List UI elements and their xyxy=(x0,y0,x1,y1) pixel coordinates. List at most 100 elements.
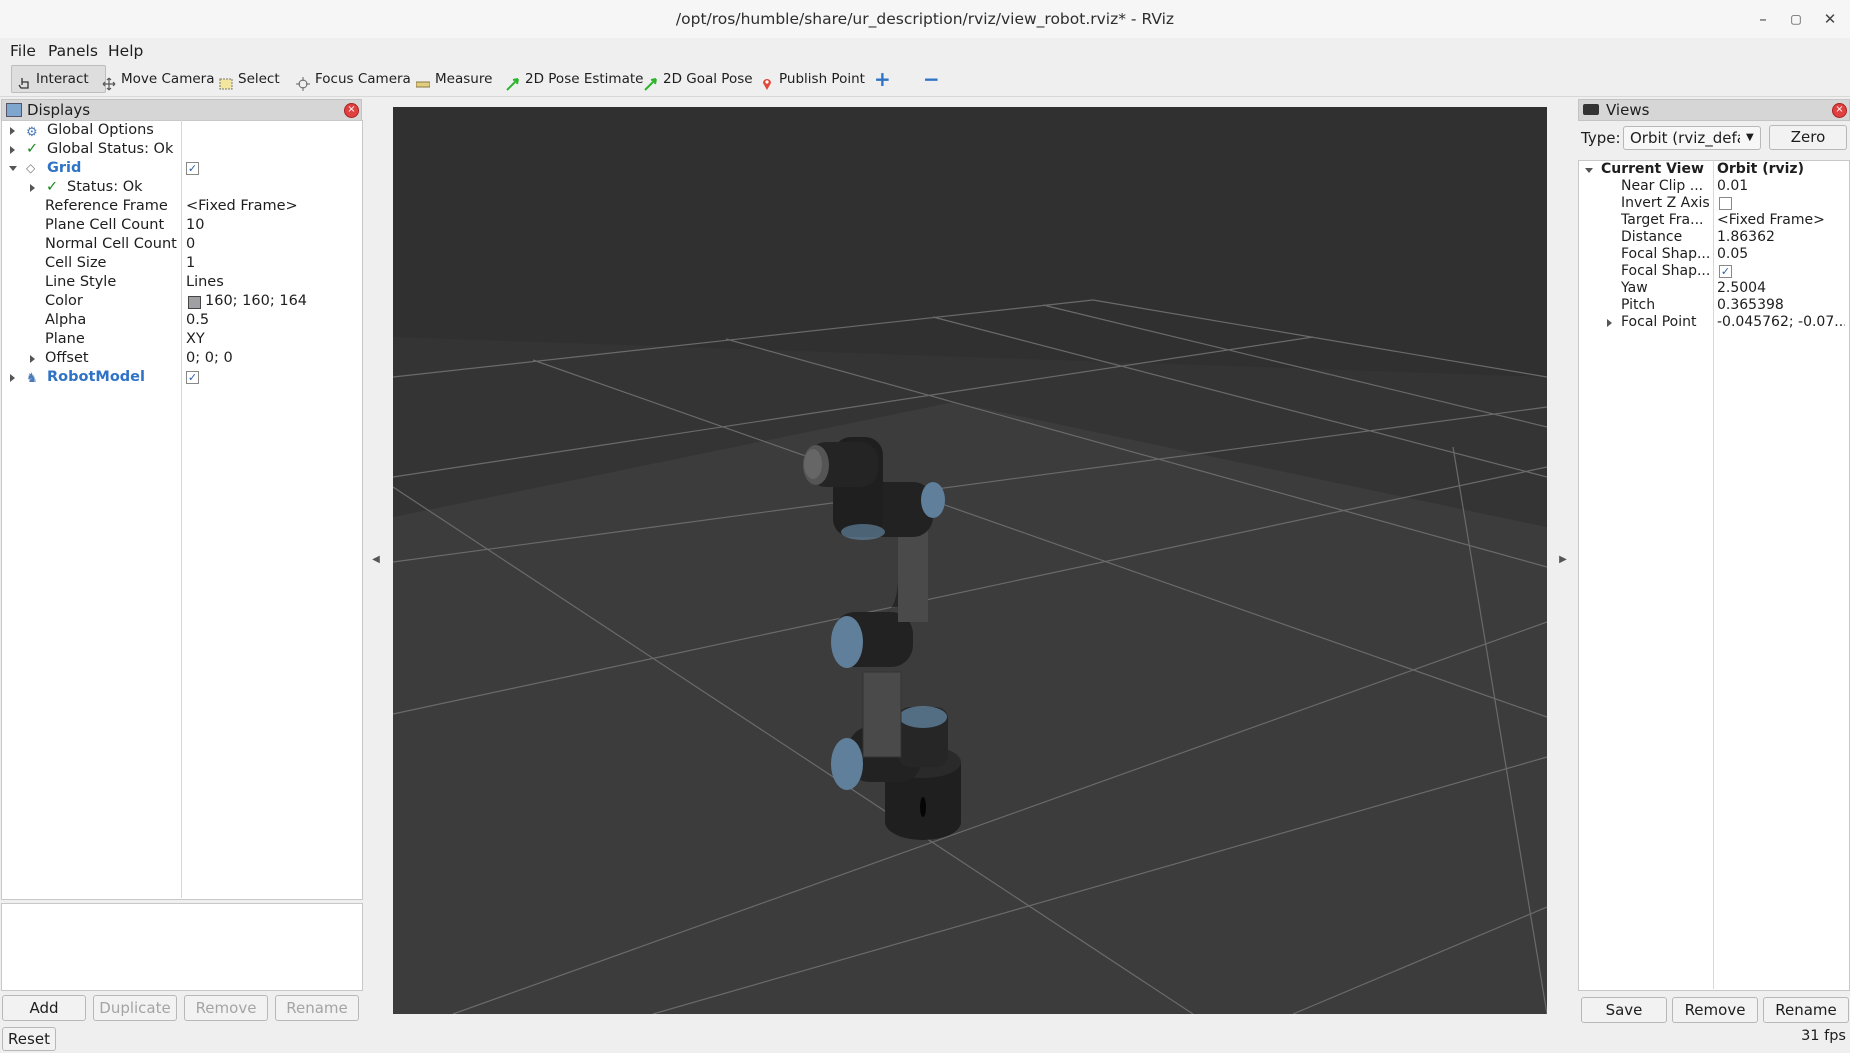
close-panel-icon[interactable]: × xyxy=(344,103,359,118)
displays-title: Displays xyxy=(27,101,91,119)
view-row-invert-z[interactable]: Invert Z Axis xyxy=(1579,195,1849,212)
add-tool-button[interactable]: + xyxy=(874,64,891,94)
view-value[interactable]: 1.86362 xyxy=(1717,229,1845,246)
remove-tool-button[interactable]: − xyxy=(923,64,940,94)
tool-measure[interactable]: Measure xyxy=(415,64,492,94)
render-viewport[interactable] xyxy=(393,107,1547,1014)
view-value[interactable]: <Fixed Frame> xyxy=(1717,212,1845,229)
select-box-icon xyxy=(219,72,233,90)
tree-label: Plane xyxy=(45,331,85,347)
duplicate-display-button[interactable]: Duplicate xyxy=(93,995,177,1021)
view-value[interactable]: 0.05 xyxy=(1717,246,1845,263)
tree-row-offset[interactable]: Offset 0; 0; 0 xyxy=(2,349,362,368)
tree-value[interactable]: 0; 0; 0 xyxy=(186,349,233,368)
view-row-pitch[interactable]: Pitch 0.365398 xyxy=(1579,297,1849,314)
reset-button[interactable]: Reset xyxy=(2,1027,56,1051)
tool-2d-goal-pose-label: 2D Goal Pose xyxy=(663,71,753,87)
tree-row-global-options[interactable]: ⚙ Global Options xyxy=(2,121,362,140)
minimize-button[interactable]: – xyxy=(1752,8,1774,30)
tree-row-normal-cell-count[interactable]: Normal Cell Count 0 xyxy=(2,235,362,254)
remove-display-button[interactable]: Remove xyxy=(184,995,268,1021)
tree-row-alpha[interactable]: Alpha 0.5 xyxy=(2,311,362,330)
tool-interact[interactable]: Interact xyxy=(11,65,106,93)
tool-select[interactable]: Select xyxy=(219,64,280,94)
tree-row-plane[interactable]: Plane XY xyxy=(2,330,362,349)
tree-value[interactable]: Lines xyxy=(186,273,224,292)
column-divider[interactable] xyxy=(181,120,182,898)
green-arrow-icon xyxy=(644,72,658,91)
expand-arrow-icon[interactable] xyxy=(10,374,15,382)
column-divider[interactable] xyxy=(1713,160,1714,989)
view-row-focal-point[interactable]: Focal Point -0.045762; -0.07... xyxy=(1579,314,1849,331)
crosshair-icon xyxy=(296,72,310,91)
view-row-near-clip[interactable]: Near Clip ... 0.01 xyxy=(1579,178,1849,195)
maximize-button[interactable]: ▢ xyxy=(1785,8,1807,30)
tree-row-grid[interactable]: ◇ Grid ✓ xyxy=(2,159,362,178)
scene-svg xyxy=(393,107,1547,1014)
tree-row-reference-frame[interactable]: Reference Frame <Fixed Frame> xyxy=(2,197,362,216)
expand-arrow-icon[interactable] xyxy=(1607,319,1612,327)
tree-row-cell-size[interactable]: Cell Size 1 xyxy=(2,254,362,273)
tree-value[interactable]: 10 xyxy=(186,216,204,235)
rename-display-button[interactable]: Rename xyxy=(275,995,359,1021)
tree-label: Line Style xyxy=(45,274,117,290)
save-view-button[interactable]: Save xyxy=(1581,997,1667,1023)
robotmodel-enable-checkbox[interactable]: ✓ xyxy=(186,371,199,384)
tree-row-color[interactable]: Color 160; 160; 164 xyxy=(2,292,362,311)
remove-view-button[interactable]: Remove xyxy=(1672,997,1758,1023)
view-value[interactable]: 0.365398 xyxy=(1717,297,1845,314)
collapse-arrow-icon[interactable] xyxy=(1585,168,1593,173)
tree-row-plane-cell-count[interactable]: Plane Cell Count 10 xyxy=(2,216,362,235)
tool-publish-point[interactable]: Publish Point xyxy=(760,64,865,94)
move-arrows-icon xyxy=(102,72,116,91)
view-value[interactable]: -0.045762; -0.07... xyxy=(1717,314,1845,331)
tool-2d-goal-pose[interactable]: 2D Goal Pose xyxy=(644,64,753,94)
view-value[interactable]: 0.01 xyxy=(1717,178,1845,195)
add-display-button[interactable]: Add xyxy=(2,995,86,1021)
displays-tree[interactable]: ⚙ Global Options ✓ Global Status: Ok ◇ G… xyxy=(1,120,363,900)
tool-focus-camera[interactable]: Focus Camera xyxy=(296,64,411,94)
view-row-focal-shape-size[interactable]: Focal Shap... 0.05 xyxy=(1579,246,1849,263)
close-window-button[interactable]: ✕ xyxy=(1819,8,1841,30)
view-row-yaw[interactable]: Yaw 2.5004 xyxy=(1579,280,1849,297)
view-type-select[interactable]: Orbit (rviz_defau ▼ xyxy=(1623,126,1761,150)
tree-row-grid-status[interactable]: ✓ Status: Ok xyxy=(2,178,362,197)
monitor-icon xyxy=(6,103,22,117)
expand-arrow-icon[interactable] xyxy=(10,146,15,154)
tool-2d-pose-estimate[interactable]: 2D Pose Estimate xyxy=(506,64,643,94)
collapse-right-icon[interactable]: ▶ xyxy=(1558,554,1568,568)
collapse-left-icon[interactable]: ◀ xyxy=(371,554,381,568)
tree-value[interactable]: <Fixed Frame> xyxy=(186,197,298,216)
tree-value[interactable]: 1 xyxy=(186,254,195,273)
tool-move-camera[interactable]: Move Camera xyxy=(102,64,214,94)
zero-view-button[interactable]: Zero xyxy=(1769,125,1847,150)
menu-help[interactable]: Help xyxy=(108,38,143,64)
focal-shape-checkbox[interactable]: ✓ xyxy=(1719,265,1732,278)
rename-view-button[interactable]: Rename xyxy=(1763,997,1849,1023)
expand-arrow-icon[interactable] xyxy=(30,355,35,363)
expand-arrow-icon[interactable] xyxy=(10,127,15,135)
grid-enable-checkbox[interactable]: ✓ xyxy=(186,162,199,175)
expand-arrow-icon[interactable] xyxy=(30,184,35,192)
invert-z-checkbox[interactable] xyxy=(1719,197,1732,210)
views-tree[interactable]: Current View Orbit (rviz) Near Clip ... … xyxy=(1578,160,1850,991)
tree-value[interactable]: 0.5 xyxy=(186,311,209,330)
tree-value[interactable]: 160; 160; 164 xyxy=(205,292,307,311)
color-swatch[interactable] xyxy=(188,296,201,309)
tree-row-robotmodel[interactable]: ♞ RobotModel ✓ xyxy=(2,368,362,387)
tree-row-line-style[interactable]: Line Style Lines xyxy=(2,273,362,292)
tree-value[interactable]: XY xyxy=(186,330,205,349)
tree-label: Status: Ok xyxy=(67,179,143,195)
view-value[interactable]: 2.5004 xyxy=(1717,280,1845,297)
collapse-arrow-icon[interactable] xyxy=(9,166,17,171)
close-panel-icon[interactable]: × xyxy=(1832,103,1847,118)
view-row-target-frame[interactable]: Target Fra... <Fixed Frame> xyxy=(1579,212,1849,229)
tree-row-global-status[interactable]: ✓ Global Status: Ok xyxy=(2,140,362,159)
view-type-label: Type: xyxy=(1581,129,1621,147)
menu-panels[interactable]: Panels xyxy=(48,38,98,64)
view-row-distance[interactable]: Distance 1.86362 xyxy=(1579,229,1849,246)
view-row-focal-shape-fixed[interactable]: Focal Shap... ✓ xyxy=(1579,263,1849,280)
tree-value[interactable]: 0 xyxy=(186,235,195,254)
menu-file[interactable]: File xyxy=(10,38,36,64)
view-row-current-view[interactable]: Current View Orbit (rviz) xyxy=(1579,161,1849,178)
